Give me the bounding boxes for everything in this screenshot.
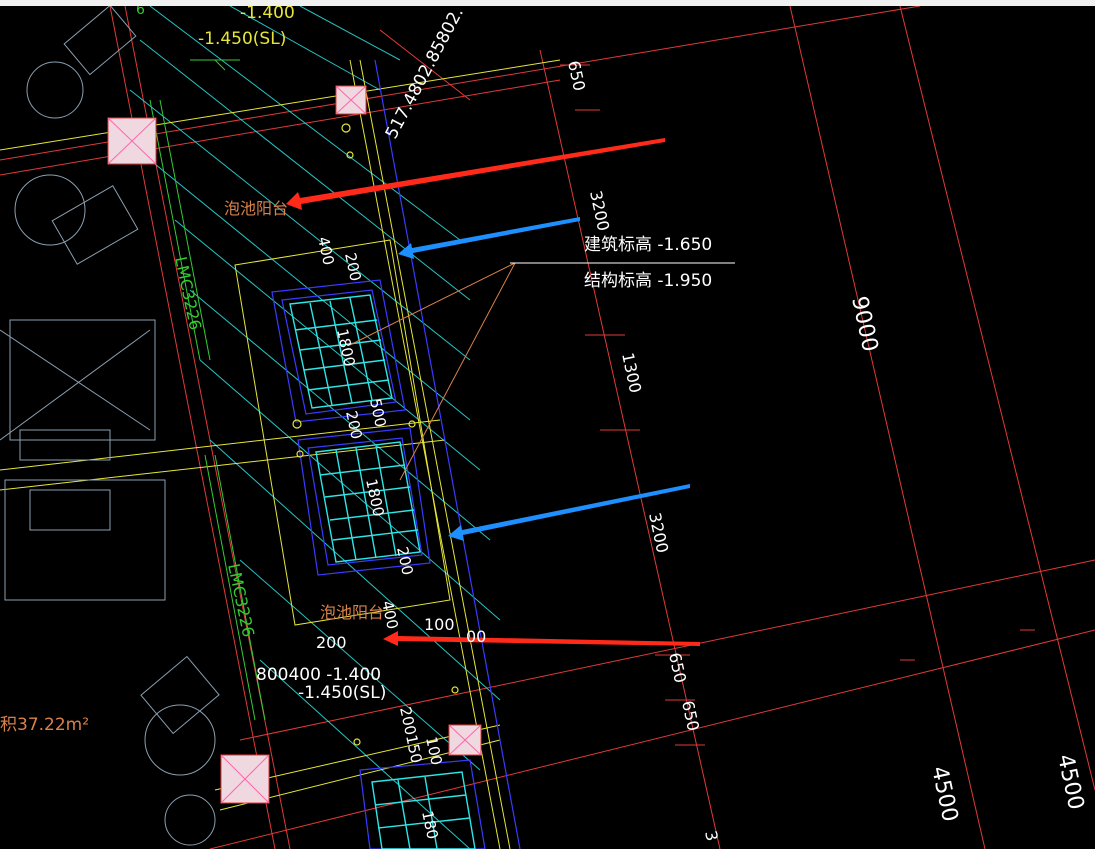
dim-4500-a: 4500 [926,764,962,824]
dim-200150: 200150 [396,705,426,765]
dim-200-d: 200 [316,633,347,652]
dim-3200-b: 3200 [645,511,672,555]
dim-400-b: 400 [378,599,402,631]
dim-3-bottom: 3 [701,829,722,843]
door-tag-upper: LMC3226 [171,255,205,332]
dim-4500-b: 4500 [1052,752,1088,812]
elev-bottom-1: 800400 -1.400 [256,665,381,685]
balcony-label-lower: 泡池阳台 [320,603,384,622]
dim-6: 6 [136,6,145,18]
coord-label: 517.4802.85802. [382,6,468,142]
building-elevation: 建筑标高 -1.650 [584,235,712,255]
dim-100-b: 100 [422,735,446,767]
dim-650-top: 650 [564,59,589,93]
dim-00: 00 [466,627,486,646]
dim-200-c: 200 [393,545,417,577]
columns [107,85,482,804]
pool-outlines [271,59,521,849]
blue-arrow-upper [398,217,580,259]
dim-3200-a: 3200 [586,189,613,233]
dim-9000: 9000 [846,294,882,354]
structure-elevation: 结构标高 -1.950 [584,271,712,291]
dim-200-b: 200 [342,409,366,441]
dim-500: 500 [366,397,390,429]
cad-drawing-canvas[interactable]: -1.400 -1.450(SL) 517.4802.85802. 泡池阳台 建… [0,6,1095,849]
dim-1800-b: 1800 [362,477,388,518]
elev-top-1: -1.400 [240,6,295,23]
dim-200-a: 200 [341,251,365,283]
room-area: 积37.22m² [0,715,89,735]
door-tag-lower: LMC3226 [224,562,258,639]
dim-1800-a: 1800 [333,327,359,368]
elev-bottom-2: -1.450(SL) [298,683,386,703]
dim-180: 180 [418,809,442,841]
dim-100: 100 [424,615,455,634]
balcony-label-upper: 泡池阳台 [224,199,288,218]
elev-top-2: -1.450(SL) [198,29,286,49]
leader-lines [349,262,735,481]
dim-1300: 1300 [618,351,645,395]
dim-650-b2: 650 [678,699,703,733]
dim-400-a: 400 [314,235,338,267]
dim-650-b1: 650 [665,651,690,685]
